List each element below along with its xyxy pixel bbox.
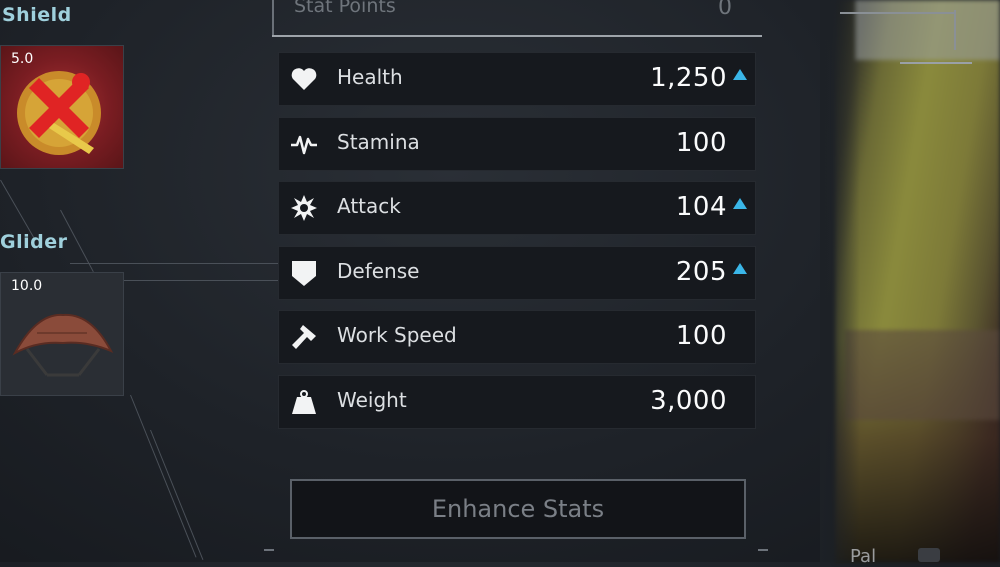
glider-level: 10.0	[11, 278, 43, 294]
shield-slot[interactable]: 5.0	[0, 45, 124, 169]
stat-row-stamina[interactable]: Stamina 100	[278, 116, 756, 171]
stat-points-divider	[272, 0, 274, 36]
enhance-stats-button[interactable]: Enhance Stats	[290, 479, 746, 539]
stat-points-label: Stat Points	[294, 0, 396, 17]
pal-hud-label: Pal	[850, 546, 877, 567]
stat-value: 100	[675, 127, 727, 158]
burst-icon	[291, 195, 317, 222]
pal-key-icon	[918, 548, 940, 562]
stat-row-work-speed[interactable]: Work Speed 100	[278, 310, 756, 365]
glider-slot-label: Glider	[0, 231, 68, 253]
stat-label: Health	[337, 65, 403, 89]
connector-line	[120, 280, 280, 281]
stat-points-underline	[272, 35, 762, 37]
stat-label: Defense	[337, 258, 420, 283]
connector-line	[150, 429, 204, 560]
connector-line	[70, 263, 280, 264]
glider-item-icon	[12, 313, 114, 377]
stat-value: 100	[675, 321, 727, 352]
increase-arrow-icon	[733, 69, 747, 80]
stat-row-defense[interactable]: Defense 205	[278, 245, 756, 300]
connector-line	[130, 394, 197, 558]
world-sky	[855, 0, 1000, 60]
stat-value: 1,250	[650, 63, 727, 93]
stat-label: Attack	[337, 194, 401, 219]
panel-corner-tick	[840, 12, 955, 14]
increase-arrow-icon	[733, 262, 747, 274]
pulse-icon	[291, 135, 317, 154]
stat-value: 3,000	[650, 385, 727, 416]
panel-corner-tick	[900, 62, 972, 64]
panel-corner-tick	[264, 549, 274, 551]
weight-icon	[292, 389, 316, 414]
shield-slot-label: Shield	[2, 4, 72, 26]
panel-corner-tick	[954, 10, 956, 50]
hammer-icon	[292, 325, 316, 350]
increase-arrow-icon	[733, 198, 747, 210]
stat-value: 104	[675, 192, 727, 223]
stat-row-weight[interactable]: Weight 3,000	[278, 374, 756, 429]
world-ground	[845, 330, 1000, 420]
stat-row-health[interactable]: Health 1,250	[278, 52, 756, 106]
glider-slot[interactable]: 10.0	[0, 272, 124, 396]
shield-item-icon	[17, 71, 101, 155]
stat-points-value: 0	[718, 0, 732, 20]
shield-icon	[292, 260, 316, 286]
stat-value: 205	[675, 256, 727, 287]
stat-label: Stamina	[337, 129, 420, 154]
stat-row-attack[interactable]: Attack 104	[278, 181, 756, 236]
heart-icon	[291, 68, 317, 90]
stats-list: Health 1,250 Stamina 100 Attack 104 Defe…	[278, 52, 756, 440]
stat-label: Weight	[337, 387, 407, 412]
world-fade	[820, 0, 860, 562]
stat-label: Work Speed	[337, 323, 457, 348]
panel-corner-tick	[758, 549, 768, 551]
